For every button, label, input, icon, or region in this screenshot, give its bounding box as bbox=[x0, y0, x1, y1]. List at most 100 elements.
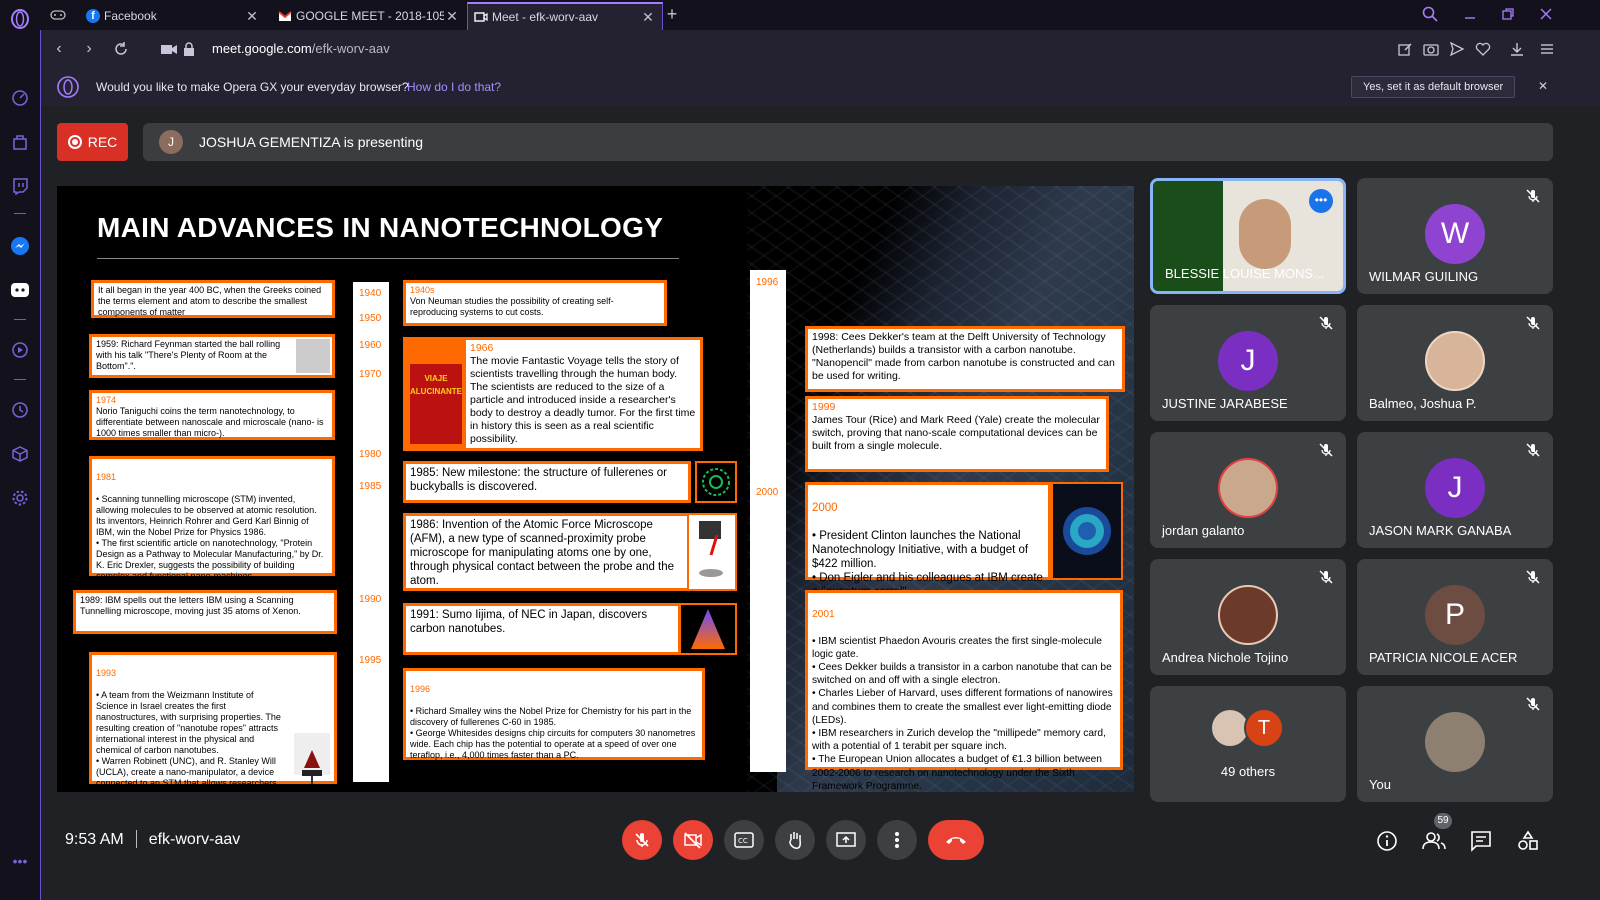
presentation-slide: MAIN ADVANCES IN NANOTECHNOLOGY 1940 195… bbox=[57, 186, 1134, 792]
participant-tile[interactable]: Andrea Nichole Tojino bbox=[1150, 559, 1346, 675]
fantastic-voyage-poster: VIAJE ALUCINANTE bbox=[410, 364, 462, 444]
opera-gx-icon bbox=[57, 76, 79, 98]
edit-icon[interactable] bbox=[1395, 39, 1415, 59]
mic-off-icon bbox=[1525, 696, 1541, 712]
search-icon[interactable] bbox=[1420, 4, 1440, 24]
download-icon[interactable] bbox=[1507, 39, 1527, 59]
raise-hand-button[interactable] bbox=[775, 820, 815, 860]
mic-off-icon bbox=[1318, 315, 1334, 331]
send-icon[interactable] bbox=[1447, 39, 1467, 59]
leave-call-button[interactable] bbox=[928, 820, 984, 860]
others-tile[interactable]: T 49 others bbox=[1150, 686, 1346, 802]
close-window-icon[interactable] bbox=[1536, 4, 1556, 24]
how-link[interactable]: How do I do that? bbox=[407, 80, 501, 94]
easy-setup-icon[interactable] bbox=[1537, 39, 1557, 59]
mic-off-icon bbox=[1525, 315, 1541, 331]
close-tab-icon[interactable]: ✕ bbox=[640, 9, 656, 26]
messenger-icon[interactable] bbox=[9, 235, 31, 257]
close-infobar-icon[interactable]: ✕ bbox=[1538, 79, 1548, 93]
more-dots-icon[interactable]: ••• bbox=[9, 850, 31, 872]
tab-meet-active[interactable]: Meet - efk-worv-aav ✕ bbox=[467, 2, 663, 30]
participant-tile[interactable]: W WILMAR GUILING bbox=[1357, 178, 1553, 294]
tab-google-meet-class[interactable]: GOOGLE MEET - 2018-1059 ✕ bbox=[272, 2, 466, 30]
extensions-cube-icon[interactable] bbox=[9, 443, 31, 465]
close-tab-icon[interactable]: ✕ bbox=[244, 8, 260, 25]
participant-name: BLESSIE LOUISE MONS... bbox=[1165, 266, 1324, 281]
address-bar: ‹ › meet.google.com/efk-worv-aav bbox=[40, 30, 1600, 68]
lock-icon[interactable] bbox=[179, 39, 199, 59]
more-options-icon[interactable]: ••• bbox=[1309, 189, 1333, 213]
minimize-icon[interactable] bbox=[1460, 4, 1480, 24]
chat-icon[interactable] bbox=[1469, 829, 1493, 853]
event-box-2001: 2001 • IBM scientist Phaedon Avouris cre… bbox=[805, 590, 1123, 792]
speed-dial-icon[interactable] bbox=[9, 87, 31, 109]
event-box-1993: 1993 • A team from the Weizmann Institut… bbox=[89, 652, 337, 792]
set-default-button[interactable]: Yes, set it as default browser bbox=[1351, 76, 1516, 98]
timeline-bar-right bbox=[750, 270, 786, 772]
new-tab-plus-icon[interactable]: + bbox=[662, 4, 682, 24]
timeline-year: 1960 bbox=[359, 340, 382, 351]
discord-icon[interactable] bbox=[9, 279, 31, 301]
timeline-year: 1980 bbox=[359, 449, 382, 460]
reload-icon[interactable] bbox=[111, 39, 131, 59]
tab-facebook[interactable]: f Facebook ✕ bbox=[80, 2, 266, 30]
participant-name: WILMAR GUILING bbox=[1369, 269, 1479, 284]
player-icon[interactable] bbox=[9, 339, 31, 361]
people-icon[interactable] bbox=[1422, 829, 1446, 853]
url-field[interactable]: meet.google.com/efk-worv-aav bbox=[212, 41, 390, 56]
facebook-icon: f bbox=[86, 9, 100, 23]
event-box-1940s: 1940s Von Neuman studies the possibility… bbox=[403, 280, 667, 326]
participant-photo bbox=[1425, 331, 1485, 391]
event-box-1998: 1998: Cees Dekker's team at the Delft Un… bbox=[805, 326, 1125, 392]
settings-gear-icon[interactable] bbox=[9, 487, 31, 509]
bag-icon[interactable] bbox=[9, 131, 31, 153]
timeline-year: 1950 bbox=[359, 313, 382, 324]
nanomanipulator-image bbox=[294, 733, 330, 784]
more-options-button[interactable] bbox=[877, 820, 917, 860]
opera-sidebar: ••• bbox=[0, 0, 40, 900]
participant-tile[interactable]: jordan galanto bbox=[1150, 432, 1346, 548]
snapshot-camera-icon[interactable] bbox=[1421, 39, 1441, 59]
captions-button[interactable]: CC bbox=[724, 820, 764, 860]
participant-tile[interactable]: ••• BLESSIE LOUISE MONS... bbox=[1150, 178, 1346, 294]
activities-icon[interactable] bbox=[1516, 829, 1540, 853]
current-time: 9:53 AM bbox=[65, 831, 124, 848]
participant-tile[interactable]: P PATRICIA NICOLE ACER bbox=[1357, 559, 1553, 675]
mic-off-icon bbox=[1525, 442, 1541, 458]
heart-icon[interactable] bbox=[1473, 39, 1493, 59]
self-tile[interactable]: You bbox=[1357, 686, 1553, 802]
mic-off-icon bbox=[1318, 569, 1334, 585]
presenter-avatar: J bbox=[159, 130, 183, 154]
twitch-icon[interactable] bbox=[9, 175, 31, 197]
meeting-details-icon[interactable] bbox=[1375, 829, 1399, 853]
presenting-banner: J JOSHUA GEMENTIZA is presenting bbox=[143, 123, 1553, 161]
participant-tile[interactable]: J JASON MARK GANABA bbox=[1357, 432, 1553, 548]
present-screen-button[interactable] bbox=[826, 820, 866, 860]
history-icon[interactable] bbox=[9, 399, 31, 421]
timeline-year: 2000 bbox=[756, 487, 779, 498]
camera-off-button[interactable] bbox=[673, 820, 713, 860]
restore-icon[interactable] bbox=[1498, 4, 1518, 24]
participant-tile[interactable]: Balmeo, Joshua P. bbox=[1357, 305, 1553, 421]
record-icon bbox=[67, 135, 82, 149]
timeline-year: 1985 bbox=[359, 481, 382, 492]
close-tab-icon[interactable]: ✕ bbox=[444, 8, 460, 25]
camera-indicator-icon[interactable] bbox=[159, 39, 179, 59]
default-browser-infobar: Would you like to make Opera GX your eve… bbox=[40, 68, 1600, 106]
sidebar-separator bbox=[14, 379, 26, 380]
mic-off-button[interactable] bbox=[622, 820, 662, 860]
participant-tile[interactable]: J JUSTINE JARABESE bbox=[1150, 305, 1346, 421]
mic-off-icon bbox=[1525, 569, 1541, 585]
meet-icon bbox=[474, 10, 488, 24]
forward-icon[interactable]: › bbox=[79, 39, 99, 59]
presenting-text: JOSHUA GEMENTIZA is presenting bbox=[199, 134, 424, 150]
gamepad-icon[interactable] bbox=[48, 5, 68, 25]
timeline-bar-left bbox=[353, 282, 389, 782]
event-box-2000: 2000 • President Clinton launches the Na… bbox=[805, 482, 1051, 598]
event-box-1966: VIAJE ALUCINANTE 1966 The movie Fantasti… bbox=[403, 337, 703, 451]
back-icon[interactable]: ‹ bbox=[49, 39, 69, 59]
opera-logo-icon[interactable] bbox=[9, 8, 31, 30]
event-box-1981: 1981 • Scanning tunnelling microscope (S… bbox=[89, 456, 335, 581]
sidebar-separator bbox=[14, 319, 26, 320]
slide-title: MAIN ADVANCES IN NANOTECHNOLOGY bbox=[97, 212, 664, 243]
